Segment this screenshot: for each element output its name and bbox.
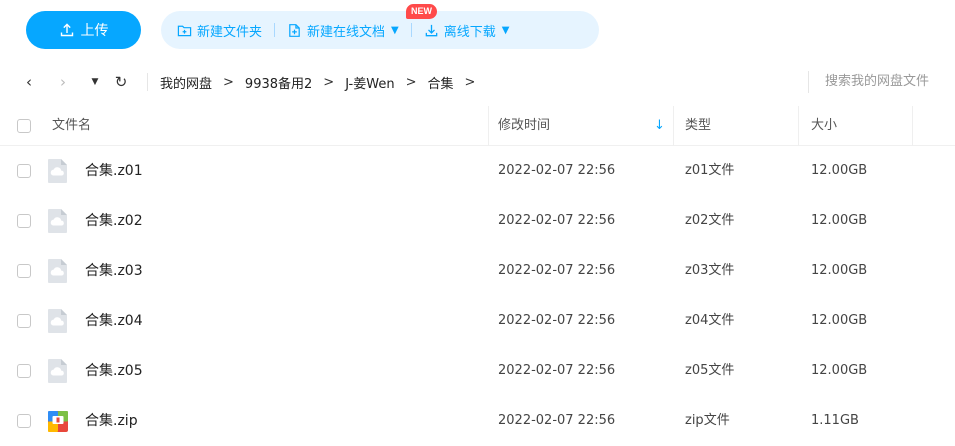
upload-label: 上传 [80, 23, 109, 39]
file-size: 12.00GB [811, 163, 868, 178]
breadcrumb: 我的网盘 > 9938备用2 > J-姜Wen > 合集 > [160, 62, 486, 102]
column-header-name[interactable]: 文件名 [52, 106, 91, 146]
row-checkbox[interactable] [17, 364, 31, 378]
toolbar: 上传 新建文件夹 新建在线文档 ▼ 离线下载 ▼ NEW [0, 0, 955, 58]
table-row[interactable]: 合集.z02 2022-02-07 22:56 z02文件 12.00GB [0, 196, 955, 246]
column-header-modified[interactable]: 修改时间 [498, 106, 550, 146]
navigation-bar: ‹ › ▼ ↻ 我的网盘 > 9938备用2 > J-姜Wen > 合集 > 搜… [0, 62, 955, 102]
new-online-doc-button[interactable]: 新建在线文档 ▼ [275, 11, 411, 49]
offline-download-caret-icon[interactable]: ▼ [502, 25, 510, 36]
download-icon [425, 24, 438, 36]
file-generic-icon [48, 159, 67, 183]
file-modified: 2022-02-07 22:56 [498, 413, 616, 428]
file-type: z02文件 [685, 213, 735, 228]
search-input[interactable]: 搜索我的网盘文件 [808, 71, 955, 93]
action-group: 新建文件夹 新建在线文档 ▼ 离线下载 ▼ [161, 11, 599, 49]
table-row[interactable]: 合集.z05 2022-02-07 22:56 z05文件 12.00GB [0, 346, 955, 396]
file-modified: 2022-02-07 22:56 [498, 263, 616, 278]
file-modified: 2022-02-07 22:56 [498, 213, 616, 228]
column-divider[interactable] [798, 106, 799, 146]
new-online-doc-label: 新建在线文档 [307, 24, 386, 40]
file-size: 12.00GB [811, 313, 868, 328]
column-divider[interactable] [912, 106, 913, 146]
file-list: 合集.z01 2022-02-07 22:56 z01文件 12.00GB 合集… [0, 146, 955, 446]
breadcrumb-item-backup[interactable]: 9938备用2 [245, 73, 312, 92]
row-checkbox[interactable] [17, 164, 31, 178]
file-modified: 2022-02-07 22:56 [498, 163, 616, 178]
file-generic-icon [48, 259, 67, 283]
file-size: 12.00GB [811, 363, 868, 378]
row-checkbox[interactable] [17, 214, 31, 228]
table-row[interactable]: 合集.z01 2022-02-07 22:56 z01文件 12.00GB [0, 146, 955, 196]
new-badge: NEW [406, 4, 437, 19]
forward-icon[interactable]: › [52, 73, 74, 91]
file-modified: 2022-02-07 22:56 [498, 363, 616, 378]
upload-button[interactable]: 上传 [26, 11, 141, 49]
table-row[interactable]: 合集.z03 2022-02-07 22:56 z03文件 12.00GB [0, 246, 955, 296]
file-name[interactable]: 合集.z04 [85, 296, 143, 346]
file-name[interactable]: 合集.z03 [85, 246, 143, 296]
file-name[interactable]: 合集.z01 [85, 146, 143, 196]
file-type: z04文件 [685, 313, 735, 328]
table-row[interactable]: 合集.zip 2022-02-07 22:56 zip文件 1.11GB [0, 396, 955, 446]
new-doc-icon [289, 23, 300, 37]
table-header: 文件名 修改时间 ↓ 类型 大小 [0, 106, 955, 146]
column-header-size[interactable]: 大小 [811, 106, 837, 146]
zip-archive-icon [48, 411, 68, 432]
offline-download-label: 离线下载 [443, 24, 496, 40]
select-all-checkbox[interactable] [17, 119, 31, 133]
new-folder-label: 新建文件夹 [197, 24, 263, 40]
breadcrumb-item-root[interactable]: 我的网盘 [160, 73, 212, 92]
history-dropdown-icon[interactable]: ▼ [84, 77, 106, 87]
file-modified: 2022-02-07 22:56 [498, 313, 616, 328]
breadcrumb-separator: > [464, 74, 476, 90]
file-generic-icon [48, 209, 67, 233]
file-generic-icon [48, 309, 67, 333]
sort-descending-icon[interactable]: ↓ [654, 106, 665, 146]
nav-divider [147, 73, 148, 91]
breadcrumb-separator: > [223, 74, 234, 90]
new-folder-icon [177, 25, 192, 36]
column-header-type[interactable]: 类型 [685, 106, 711, 146]
file-name[interactable]: 合集.z02 [85, 196, 143, 246]
table-row[interactable]: 合集.z04 2022-02-07 22:56 z04文件 12.00GB [0, 296, 955, 346]
back-icon[interactable]: ‹ [18, 73, 40, 91]
file-name[interactable]: 合集.z05 [85, 346, 143, 396]
file-size: 1.11GB [811, 413, 859, 428]
file-type: zip文件 [685, 413, 730, 428]
file-name[interactable]: 合集.zip [85, 396, 138, 446]
new-folder-button[interactable]: 新建文件夹 [161, 11, 274, 49]
file-type: z05文件 [685, 363, 735, 378]
new-doc-caret-icon[interactable]: ▼ [391, 25, 399, 36]
file-generic-icon [48, 359, 67, 383]
file-size: 12.00GB [811, 213, 868, 228]
upload-icon [60, 23, 73, 37]
breadcrumb-item-folder[interactable]: J-姜Wen [345, 73, 394, 92]
file-size: 12.00GB [811, 263, 868, 278]
column-divider[interactable] [488, 106, 489, 146]
breadcrumb-item-current[interactable]: 合集 [428, 73, 454, 92]
breadcrumb-separator: > [323, 74, 335, 90]
row-checkbox[interactable] [17, 264, 31, 278]
file-type: z01文件 [685, 163, 735, 178]
column-divider[interactable] [673, 106, 674, 146]
refresh-icon[interactable]: ↻ [110, 73, 132, 91]
row-checkbox[interactable] [17, 414, 31, 428]
file-type: z03文件 [685, 263, 735, 278]
row-checkbox[interactable] [17, 314, 31, 328]
breadcrumb-separator: > [405, 74, 417, 90]
